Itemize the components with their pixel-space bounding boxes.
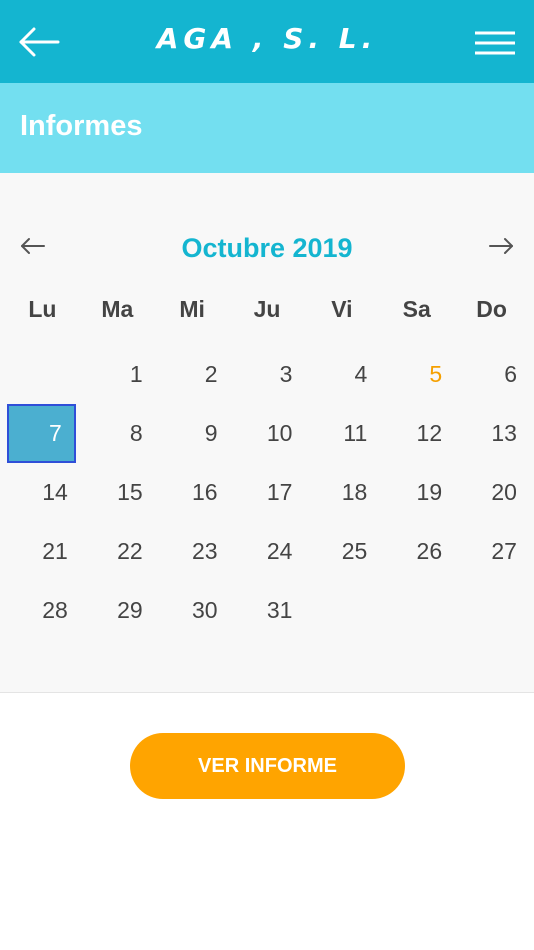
section-header: Informes [0,83,534,173]
day-cell[interactable]: 1 [80,345,155,404]
day-cell[interactable]: 17 [230,463,305,522]
day-cell[interactable]: 13 [454,404,529,463]
day-cell[interactable]: 11 [304,404,379,463]
hamburger-menu-icon[interactable] [474,30,516,56]
weekday-label: Sa [402,296,431,322]
day-cell[interactable]: 18 [304,463,379,522]
day-cell[interactable]: 9 [155,404,230,463]
day-cell[interactable]: 19 [379,463,454,522]
page-title: Informes [20,110,143,142]
day-cell[interactable]: 23 [155,522,230,581]
weekday-label: Ma [101,296,134,322]
day-cell-highlighted[interactable]: 5 [379,345,454,404]
view-report-button[interactable]: VER INFORME [130,733,405,799]
day-cell[interactable]: 30 [155,581,230,640]
day-cell[interactable]: 28 [5,581,80,640]
day-cell[interactable]: 4 [304,345,379,404]
next-month-arrow-icon[interactable] [486,234,516,258]
day-cell-empty [5,345,80,404]
month-label: Octubre 2019 [181,233,353,263]
day-cell[interactable]: 29 [80,581,155,640]
day-cell[interactable]: 26 [379,522,454,581]
app-bar: AGA , S. L. [0,0,534,83]
day-cell[interactable]: 31 [230,581,305,640]
day-cell-selected[interactable]: 7 [7,404,76,463]
day-cell-empty [454,581,529,640]
day-cell[interactable]: 12 [379,404,454,463]
brand-title: AGA , S. L. [156,22,378,55]
day-cell[interactable]: 15 [80,463,155,522]
day-cell-empty [379,581,454,640]
calendar: Octubre 2019 Lu Ma Mi Ju Vi Sa Do 1 2 3 … [0,173,534,693]
day-cell[interactable]: 2 [155,345,230,404]
day-cell[interactable]: 16 [155,463,230,522]
day-cell[interactable]: 22 [80,522,155,581]
day-cell[interactable]: 10 [230,404,305,463]
day-cell-empty [304,581,379,640]
weekday-label: Lu [28,296,57,322]
day-cell[interactable]: 3 [230,345,305,404]
day-cell[interactable]: 20 [454,463,529,522]
day-cell[interactable]: 14 [5,463,80,522]
weekday-label: Ju [253,296,281,322]
day-grid: 1 2 3 4 5 6 7 8 9 10 11 12 13 14 15 16 1… [5,345,529,640]
weekday-label: Vi [331,296,353,322]
day-cell[interactable]: 25 [304,522,379,581]
day-cell[interactable]: 21 [5,522,80,581]
weekday-label: Do [476,296,507,322]
day-cell[interactable]: 24 [230,522,305,581]
day-cell[interactable]: 6 [454,345,529,404]
day-cell[interactable]: 27 [454,522,529,581]
weekday-header: Lu Ma Mi Ju Vi Sa Do [5,296,529,323]
day-cell[interactable]: 8 [80,404,155,463]
weekday-label: Mi [179,296,205,322]
calendar-header: Octubre 2019 [0,228,534,268]
